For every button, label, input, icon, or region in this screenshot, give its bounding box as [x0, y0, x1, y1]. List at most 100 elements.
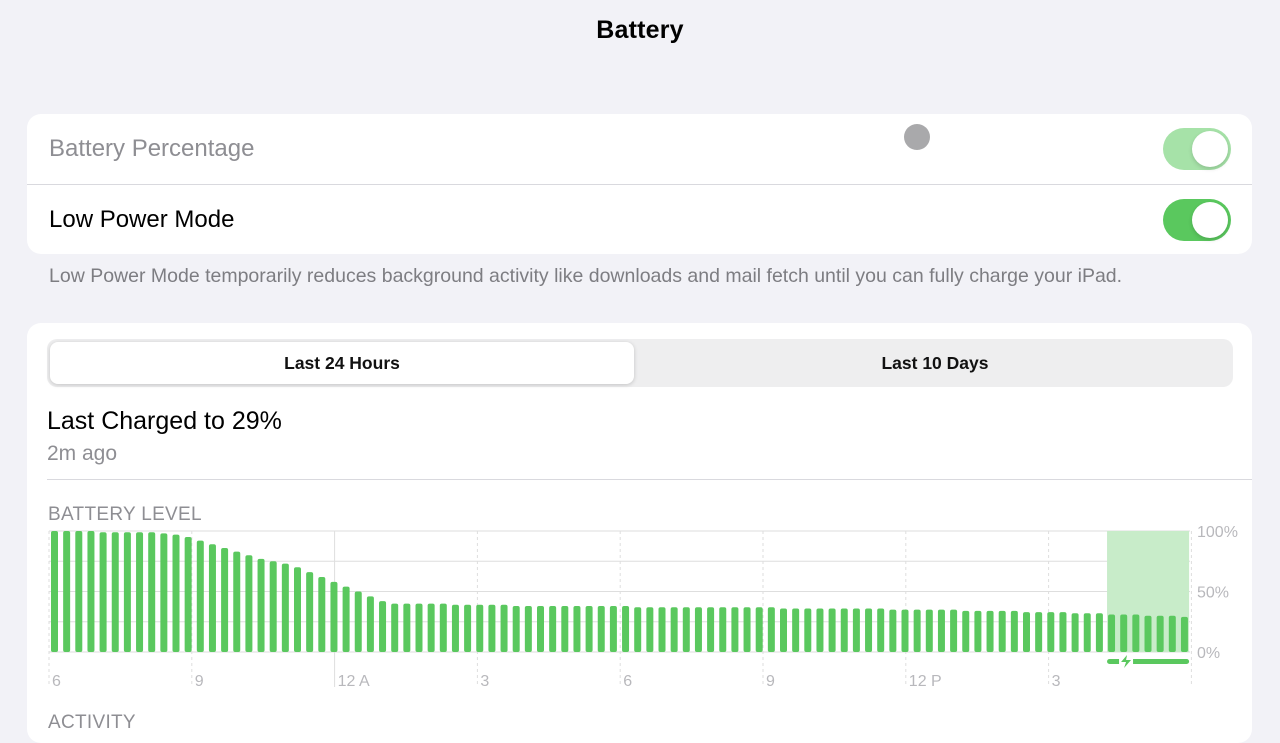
- battery-bar: [294, 567, 301, 652]
- activity-caption: ACTIVITY: [48, 712, 136, 733]
- battery-bar: [889, 609, 897, 652]
- battery-bar: [269, 561, 277, 652]
- battery-bar: [87, 531, 95, 652]
- battery-bar: [123, 532, 131, 652]
- x-tick-label: 9: [766, 673, 775, 690]
- battery-bar: [1095, 613, 1103, 652]
- time-range-segmented-control: Last 24 Hours Last 10 Days: [47, 339, 1233, 387]
- battery-bar: [257, 558, 265, 652]
- battery-bar: [233, 551, 241, 652]
- battery-bar: [439, 603, 447, 652]
- battery-bar: [245, 555, 253, 652]
- battery-bar: [1168, 615, 1176, 652]
- battery-bar: [646, 607, 654, 652]
- battery-bar: [573, 606, 581, 652]
- battery-bar: [634, 607, 642, 652]
- low-power-mode-row[interactable]: Low Power Mode: [27, 184, 1252, 255]
- battery-bar: [719, 607, 727, 652]
- battery-bar: [500, 604, 508, 652]
- battery-bar: [549, 606, 557, 652]
- battery-bar: [221, 547, 229, 652]
- battery-bar: [865, 608, 873, 652]
- battery-bar: [512, 606, 520, 652]
- x-tick-label: 6: [623, 673, 632, 690]
- battery-bar: [524, 606, 532, 652]
- battery-bar: [828, 608, 836, 652]
- battery-bar: [427, 603, 435, 652]
- battery-bar: [901, 609, 909, 652]
- battery-bar: [998, 610, 1006, 652]
- battery-bar: [609, 606, 617, 652]
- low-power-mode-toggle[interactable]: [1163, 199, 1231, 241]
- battery-bar: [840, 608, 848, 652]
- battery-bar: [816, 608, 824, 652]
- battery-bar: [1035, 612, 1043, 652]
- low-power-mode-label: Low Power Mode: [49, 206, 235, 233]
- battery-bar: [682, 607, 690, 652]
- touch-indicator: [904, 124, 930, 150]
- segment-last-24-hours[interactable]: Last 24 Hours: [50, 342, 634, 384]
- battery-bar: [877, 608, 885, 652]
- battery-bar: [622, 606, 630, 652]
- segment-last-10-days[interactable]: Last 10 Days: [639, 342, 1231, 384]
- x-tick-label: 6: [52, 673, 61, 690]
- battery-bar: [585, 606, 593, 652]
- battery-bar: [281, 563, 289, 652]
- battery-bar: [670, 607, 678, 652]
- y-tick-label: 100%: [1197, 524, 1238, 541]
- battery-bar: [974, 610, 982, 652]
- battery-bar: [852, 608, 860, 652]
- battery-bar: [1010, 610, 1018, 652]
- last-charged-title: Last Charged to 29%: [47, 407, 282, 435]
- battery-bar: [488, 604, 496, 652]
- battery-bar: [658, 607, 666, 652]
- section-divider: [47, 479, 1252, 480]
- battery-usage-card: Last 24 Hours Last 10 Days Last Charged …: [27, 323, 1252, 743]
- y-tick-label: 0%: [1197, 645, 1220, 662]
- battery-bar: [1156, 615, 1164, 652]
- battery-percentage-toggle[interactable]: [1163, 128, 1231, 170]
- battery-bar: [464, 604, 472, 652]
- x-tick-label: 12 P: [909, 673, 942, 690]
- battery-bar: [962, 610, 970, 652]
- settings-card: Battery Percentage Low Power Mode: [27, 114, 1252, 254]
- x-tick-label: 3: [480, 673, 489, 690]
- battery-bar: [1083, 613, 1091, 652]
- low-power-mode-footnote: Low Power Mode temporarily reduces backg…: [49, 265, 1123, 287]
- battery-bar: [354, 591, 362, 652]
- battery-bar: [1108, 614, 1116, 652]
- battery-bar: [403, 603, 411, 652]
- battery-level-chart: 100% 50% 0% 6 9 12 A 3 6 9 12 P 3: [48, 524, 1238, 690]
- battery-bar: [366, 596, 374, 652]
- battery-bar: [950, 609, 958, 652]
- battery-bar: [1059, 612, 1067, 652]
- x-tick-label: 12 A: [338, 673, 370, 690]
- battery-bar: [476, 604, 484, 652]
- page-title: Battery: [596, 16, 684, 44]
- battery-percentage-label: Battery Percentage: [49, 135, 255, 162]
- battery-bar: [1132, 614, 1140, 652]
- x-tick-label: 9: [195, 673, 204, 690]
- battery-bar: [925, 609, 933, 652]
- battery-bar: [184, 537, 192, 652]
- battery-percentage-row[interactable]: Battery Percentage: [27, 114, 1252, 184]
- battery-bar: [160, 533, 168, 652]
- battery-bar: [1071, 613, 1079, 652]
- battery-bar: [208, 544, 216, 652]
- battery-bar: [379, 601, 387, 652]
- x-tick-label: 3: [1052, 673, 1061, 690]
- toggle-knob: [1192, 202, 1228, 238]
- battery-bar: [415, 603, 423, 652]
- battery-bar: [937, 609, 945, 652]
- battery-bar: [780, 608, 787, 652]
- battery-bar: [63, 531, 71, 652]
- battery-bar: [597, 606, 605, 652]
- battery-bar: [148, 532, 156, 652]
- y-tick-label: 50%: [1197, 585, 1229, 602]
- last-charged-time: 2m ago: [47, 442, 118, 465]
- toggle-knob: [1192, 131, 1228, 167]
- battery-bar: [172, 534, 180, 652]
- battery-bar: [561, 606, 569, 652]
- battery-bar: [755, 607, 763, 652]
- battery-bar: [694, 607, 702, 652]
